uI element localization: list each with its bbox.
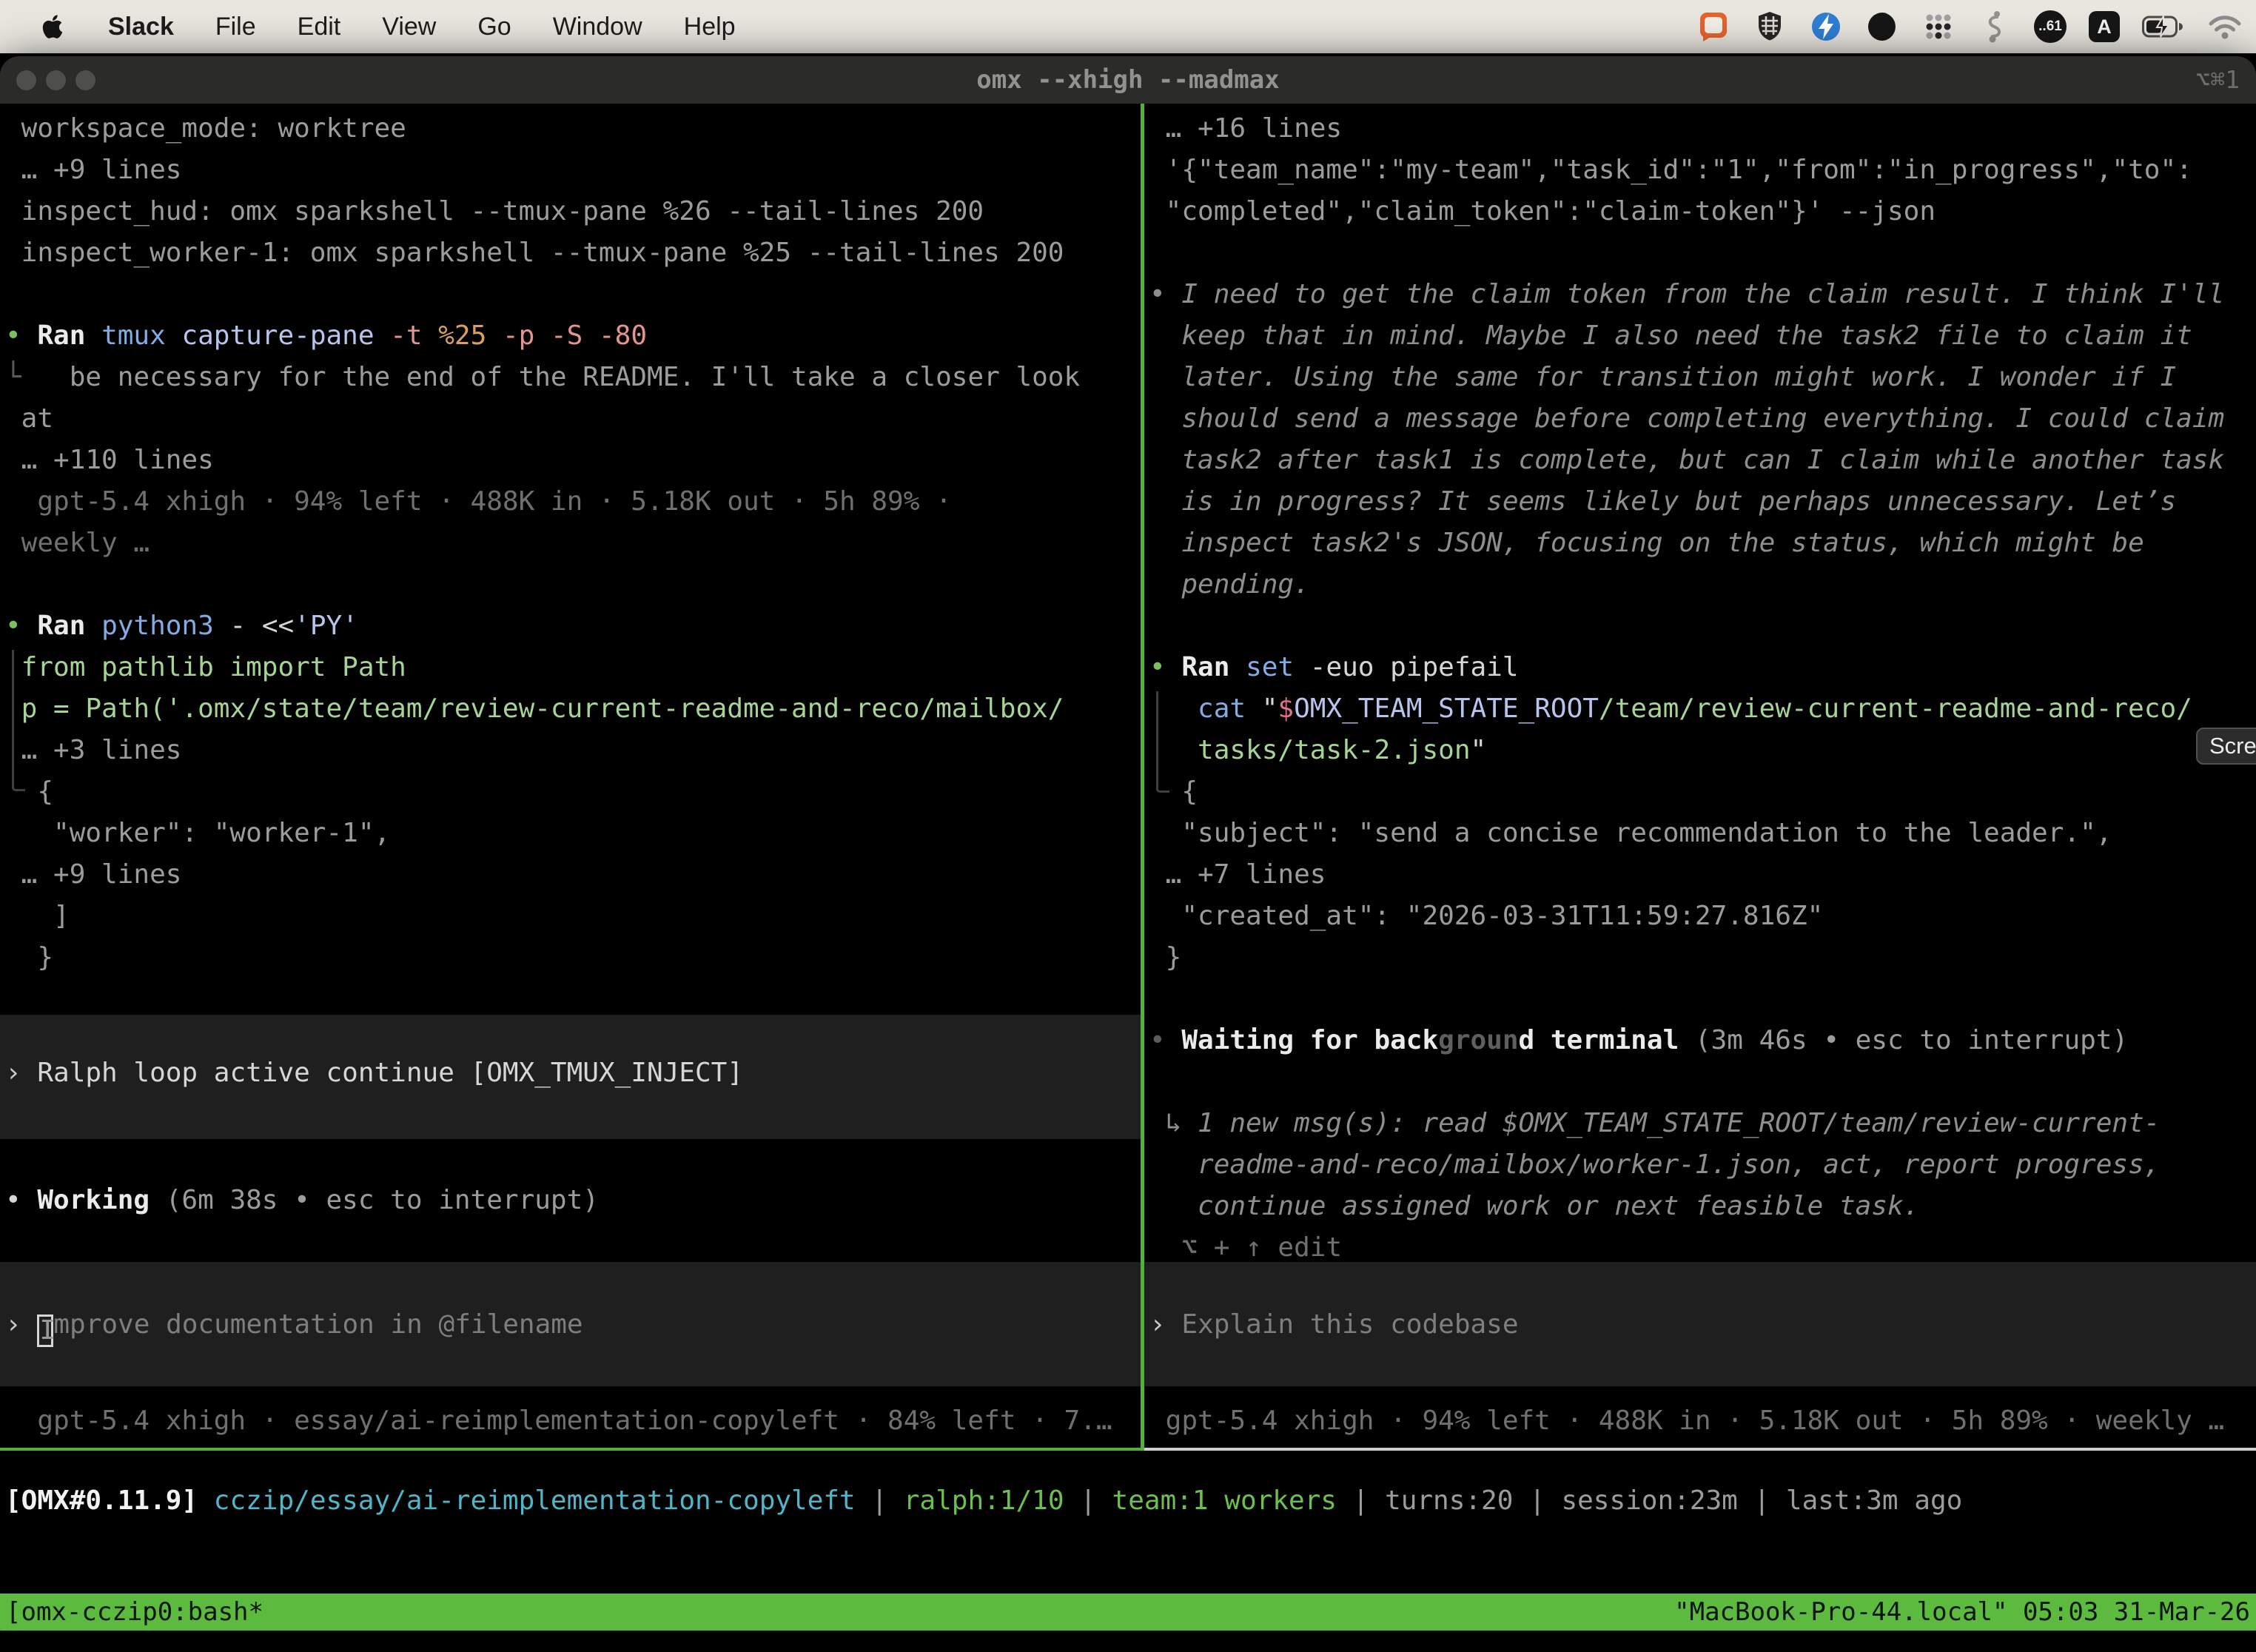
tmux-status-bar: [omx-cczip0:bash* "MacBook-Pro-44.local"… bbox=[0, 1594, 2256, 1631]
menu-help[interactable]: Help bbox=[684, 13, 736, 41]
right-pane[interactable]: … +16 lines '{"team_name":"my-team","tas… bbox=[1144, 104, 2256, 1448]
terminal-line: • Ran set -euo pipefail bbox=[1149, 647, 2256, 688]
menu-edit[interactable]: Edit bbox=[298, 13, 341, 41]
menu-file[interactable]: File bbox=[215, 13, 256, 41]
terminal-line: '{"team_name":"my-team","task_id":"1","f… bbox=[1149, 150, 2256, 191]
tmux-session-label: [omx-cczip0:bash* bbox=[6, 1594, 263, 1631]
battery-charging-icon[interactable] bbox=[2142, 16, 2185, 38]
terminal-line: is in progress? It seems likely but perh… bbox=[1149, 481, 2256, 523]
terminal-line: "worker": "worker-1", bbox=[5, 813, 1141, 854]
window-shortcut-hint: ⌥⌘1 bbox=[2195, 56, 2240, 104]
menu-items: Slack File Edit View Go Window Help bbox=[108, 13, 736, 41]
terminal-line: { bbox=[1149, 771, 2256, 813]
terminal-line: • Ran python3 - <<'PY' bbox=[5, 605, 1141, 647]
dots-grid-icon[interactable] bbox=[1921, 10, 1955, 44]
terminal-line: ↳ 1 new msg(s): read $OMX_TEAM_STATE_ROO… bbox=[1149, 1103, 2256, 1144]
omx-status-line: [OMX#0.11.9] cczip/essay/ai-reimplementa… bbox=[5, 1480, 1962, 1522]
terminal-line: } bbox=[5, 937, 1141, 978]
prompt-input-line[interactable]: › Explain this codebase bbox=[1149, 1304, 2256, 1346]
wifi-icon[interactable] bbox=[2207, 12, 2243, 41]
badge-61-label: ..61 bbox=[2038, 19, 2062, 35]
terminal-line: cat "$OMX_TEAM_STATE_ROOT/team/review-cu… bbox=[1149, 688, 2256, 730]
terminal-window: omx --xhigh --madmax ⌥⌘1 workspace_mode:… bbox=[0, 56, 2256, 1648]
battery-61-badge[interactable]: ..61 bbox=[2034, 10, 2067, 43]
apple-menu-icon[interactable] bbox=[41, 13, 64, 40]
terminal-line: tasks/task-2.json" bbox=[1149, 730, 2256, 771]
terminal-content: workspace_mode: worktree … +9 lines insp… bbox=[0, 104, 2256, 1648]
title-bar: omx --xhigh --madmax ⌥⌘1 bbox=[0, 56, 2256, 104]
terminal-line: … +110 lines bbox=[5, 440, 1141, 481]
terminal-line: from pathlib import Path bbox=[5, 647, 1141, 688]
menu-go[interactable]: Go bbox=[477, 13, 511, 41]
model-status-line: gpt-5.4 xhigh · essay/ai-reimplementatio… bbox=[5, 1400, 1141, 1442]
terminal-line: … +9 lines bbox=[5, 854, 1141, 896]
terminal-line: readme-and-reco/mailbox/worker-1.json, a… bbox=[1149, 1144, 2256, 1186]
terminal-line: workspace_mode: worktree bbox=[5, 108, 1141, 150]
terminal-line: later. Using the same for transition mig… bbox=[1149, 357, 2256, 398]
terminal-line: "subject": "send a concise recommendatio… bbox=[1149, 813, 2256, 854]
menu-view[interactable]: View bbox=[382, 13, 436, 41]
terminal-line: inspect task2's JSON, focusing on the st… bbox=[1149, 523, 2256, 564]
terminal-line: … +16 lines bbox=[1149, 108, 2256, 150]
terminal-line: pending. bbox=[1149, 564, 2256, 605]
waiting-status-line: • Waiting for background terminal (3m 46… bbox=[1149, 1020, 2256, 1061]
input-source-label: A bbox=[2097, 16, 2112, 38]
window-title: omx --xhigh --madmax bbox=[0, 56, 2256, 104]
chat-app-icon[interactable] bbox=[1696, 10, 1730, 44]
terminal-line: … +9 lines bbox=[5, 150, 1141, 191]
terminal-line: "completed","claim_token":"claim-token"}… bbox=[1149, 191, 2256, 232]
terminal-line: • Ran tmux capture-pane -t %25 -p -S -80 bbox=[5, 315, 1141, 357]
terminal-line: p = Path('.omx/state/team/review-current… bbox=[5, 688, 1141, 730]
terminal-line: … +3 lines bbox=[5, 730, 1141, 771]
screen: Slack File Edit View Go Window Help ..61 A bbox=[0, 0, 2256, 1652]
terminal-line: gpt-5.4 xhigh · 94% left · 488K in · 5.1… bbox=[5, 481, 1141, 523]
terminal-line: ] bbox=[5, 896, 1141, 937]
text-cursor: I bbox=[37, 1314, 53, 1347]
ralph-loop-banner: › Ralph loop active continue [OMX_TMUX_I… bbox=[5, 1052, 1141, 1094]
terminal-line: weekly … bbox=[5, 523, 1141, 564]
input-source-a-badge[interactable]: A bbox=[2089, 11, 2120, 42]
menu-window[interactable]: Window bbox=[553, 13, 642, 41]
tmux-host-clock-label: "MacBook-Pro-44.local" 05:03 31-Mar-26 bbox=[1674, 1594, 2250, 1631]
terminal-line: inspect_worker-1: omx sparkshell --tmux-… bbox=[5, 232, 1141, 274]
shield-grid-icon[interactable] bbox=[1753, 10, 1787, 44]
terminal-line: "created_at": "2026-03-31T11:59:27.816Z" bbox=[1149, 896, 2256, 937]
terminal-line: continue assigned work or next feasible … bbox=[1149, 1186, 2256, 1227]
terminal-line: } bbox=[1149, 937, 2256, 978]
terminal-line: └ be necessary for the end of the README… bbox=[5, 357, 1141, 398]
lightning-badge-icon[interactable] bbox=[1809, 10, 1843, 44]
crescent-icon[interactable] bbox=[1865, 10, 1899, 44]
model-status-line: gpt-5.4 xhigh · 94% left · 488K in · 5.1… bbox=[1149, 1400, 2256, 1442]
terminal-line: inspect_hud: omx sparkshell --tmux-pane … bbox=[5, 191, 1141, 232]
terminal-line: keep that in mind. Maybe I also need the… bbox=[1149, 315, 2256, 357]
right-pane-border bbox=[1144, 1448, 2256, 1451]
left-pane[interactable]: workspace_mode: worktree … +9 lines insp… bbox=[0, 104, 1141, 1448]
squiggle-icon[interactable] bbox=[1978, 10, 2012, 44]
prompt-input-line[interactable]: › Improve documentation in @filename bbox=[5, 1304, 1141, 1346]
menu-status-icons: ..61 A bbox=[1696, 0, 2243, 53]
menu-bar: Slack File Edit View Go Window Help ..61 A bbox=[0, 0, 2256, 53]
terminal-line: task2 after task1 is complete, but can I… bbox=[1149, 440, 2256, 481]
terminal-line: ⌥ + ↑ edit bbox=[1149, 1227, 2256, 1269]
working-status-line: • Working (6m 38s • esc to interrupt) bbox=[5, 1180, 1141, 1221]
left-pane-border bbox=[0, 1448, 1141, 1451]
terminal-line: should send a message before completing … bbox=[1149, 398, 2256, 440]
terminal-line: … +7 lines bbox=[1149, 854, 2256, 896]
terminal-line: { bbox=[5, 771, 1141, 813]
screen-tooltip: Scre bbox=[2196, 728, 2256, 765]
terminal-line: • I need to get the claim token from the… bbox=[1149, 274, 2256, 315]
terminal-line: at bbox=[5, 398, 1141, 440]
menu-app-name[interactable]: Slack bbox=[108, 13, 174, 41]
